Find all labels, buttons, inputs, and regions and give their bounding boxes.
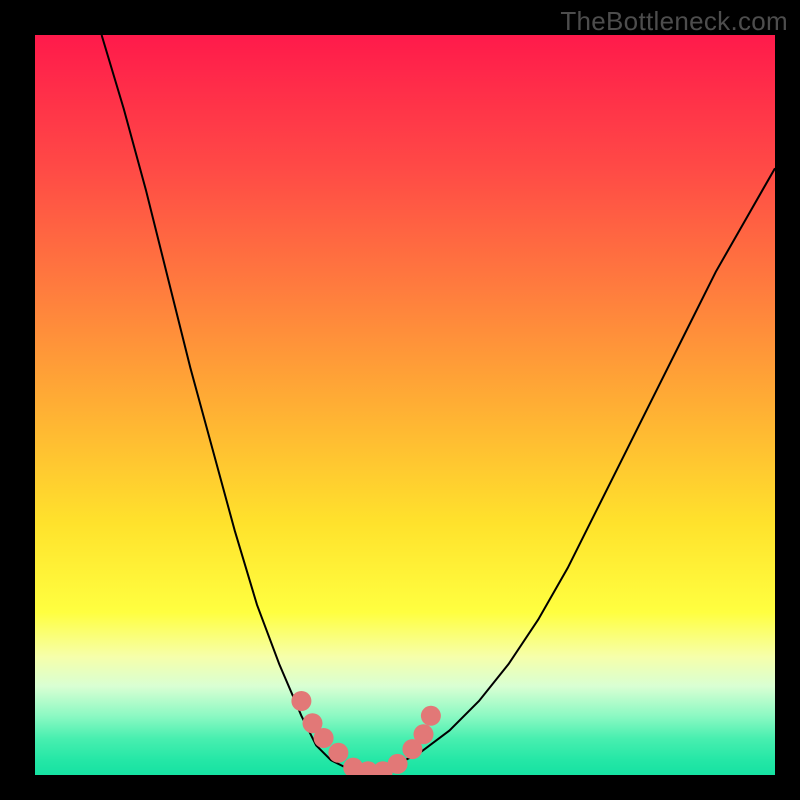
marker-dot (414, 724, 434, 744)
chart-svg (35, 35, 775, 775)
marker-dot (388, 754, 408, 774)
marker-dot (328, 743, 348, 763)
curve-right-branch (361, 168, 775, 775)
outer-frame: TheBottleneck.com (0, 0, 800, 800)
watermark-text: TheBottleneck.com (560, 6, 788, 37)
marker-dot (314, 728, 334, 748)
plot-area (35, 35, 775, 775)
marker-dot (421, 706, 441, 726)
marker-dot (291, 691, 311, 711)
curve-group (102, 35, 775, 775)
markers-group (291, 691, 441, 775)
curve-left-branch (102, 35, 361, 775)
